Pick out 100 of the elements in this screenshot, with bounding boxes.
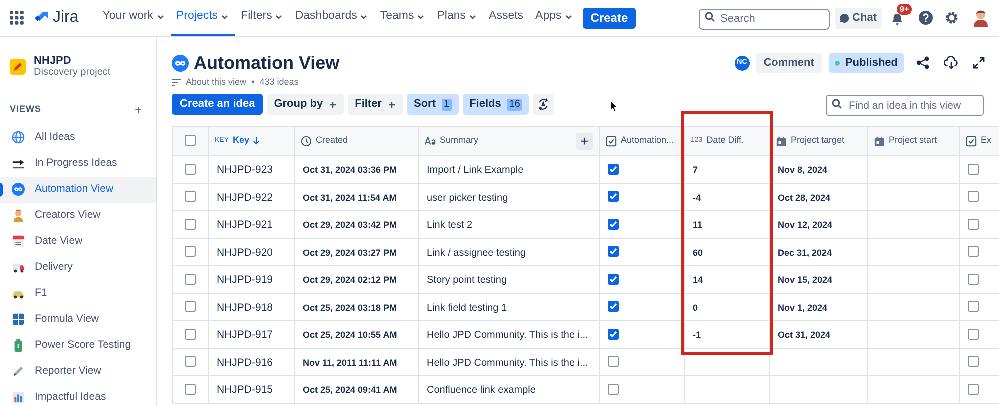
- sidebar-item[interactable]: Reporter View: [0, 358, 156, 384]
- checkbox[interactable]: [608, 218, 619, 230]
- column-header[interactable]: Summary: [440, 134, 479, 148]
- column-header[interactable]: Key: [233, 134, 260, 148]
- checkbox[interactable]: [608, 328, 619, 340]
- bar-chart-icon: [12, 391, 25, 404]
- toolbar-button[interactable]: Filter: [348, 94, 403, 115]
- checkbox[interactable]: [185, 384, 196, 395]
- checkbox[interactable]: [185, 164, 196, 175]
- table-cell: 60: [693, 248, 704, 258]
- find-field[interactable]: Find an idea in this view: [826, 95, 984, 116]
- checkbox[interactable]: [968, 384, 979, 395]
- share-icon[interactable]: [916, 56, 930, 70]
- checkbox[interactable]: [608, 301, 619, 312]
- checkbox[interactable]: [608, 164, 619, 175]
- column-header[interactable]: Date Diff.: [706, 134, 744, 148]
- checkbox[interactable]: [608, 274, 619, 285]
- app-grid-icon[interactable]: [10, 11, 24, 25]
- plus-icon: [388, 100, 396, 108]
- auto-arrange-icon[interactable]: [533, 94, 554, 115]
- nav-menu-item[interactable]: Projects: [170, 0, 236, 36]
- checkbox[interactable]: [185, 246, 196, 258]
- create-button[interactable]: Create: [582, 8, 636, 28]
- cloud-download-icon[interactable]: [944, 56, 959, 70]
- checkbox[interactable]: [968, 356, 979, 368]
- checkbox[interactable]: [608, 246, 619, 258]
- chat-button[interactable]: Chat: [834, 8, 882, 28]
- infinity-icon: [12, 183, 25, 196]
- sidebar-item[interactable]: Creators View: [0, 202, 156, 228]
- toolbar-button[interactable]: Fields 16: [462, 94, 530, 115]
- table-cell: Dec 31, 2024: [778, 248, 832, 258]
- column-header[interactable]: Created: [316, 134, 348, 148]
- sidebar-item[interactable]: Date View: [0, 228, 156, 254]
- table-cell: Story point testing: [427, 275, 508, 286]
- checkbox[interactable]: [185, 218, 196, 230]
- chevron-down-icon: [469, 13, 478, 21]
- table-cell: Oct 31, 2024 03:36 PM: [303, 165, 398, 176]
- nav-menu-item[interactable]: Filters: [235, 0, 290, 36]
- sidebar-item[interactable]: Automation View: [0, 176, 156, 202]
- checkbox[interactable]: [968, 274, 979, 285]
- nav-menu-item[interactable]: Apps: [530, 0, 579, 36]
- toolbar-button[interactable]: Sort 1: [407, 94, 459, 115]
- column-header[interactable]: Ex: [981, 134, 992, 148]
- checkbox[interactable]: [608, 191, 619, 202]
- section-heading: VIEWS: [10, 103, 42, 116]
- add-column-button[interactable]: +: [576, 132, 593, 150]
- sidebar-item[interactable]: Impactful Ideas: [0, 384, 156, 406]
- search-icon: [832, 98, 842, 108]
- sidebar-item[interactable]: Formula View: [0, 306, 156, 332]
- sidebar-item[interactable]: All Ideas: [0, 124, 156, 150]
- help-icon[interactable]: [919, 11, 933, 25]
- create-idea-button[interactable]: Create an idea: [172, 94, 264, 115]
- project-name[interactable]: NHJPD: [34, 55, 111, 67]
- idea-count: 433 ideas: [260, 76, 299, 90]
- checkbox[interactable]: [185, 328, 196, 340]
- calendar-icon: [776, 136, 787, 146]
- nav-menu-item[interactable]: Assets: [483, 0, 530, 36]
- table-cell: 11: [693, 220, 703, 230]
- checkbox[interactable]: [968, 164, 979, 175]
- checkbox[interactable]: [968, 191, 979, 202]
- sidebar-item[interactable]: Power Score Testing: [0, 332, 156, 358]
- add-view-button[interactable]: +: [134, 104, 142, 116]
- checkbox[interactable]: [185, 301, 196, 312]
- checkbox[interactable]: [185, 274, 196, 285]
- chat-icon: [840, 14, 849, 22]
- table-cell: Oct 29, 2024 02:12 PM: [303, 275, 398, 286]
- table-cell: Oct 25, 2024 09:41 AM: [303, 385, 398, 396]
- search-field[interactable]: Search: [698, 8, 830, 30]
- checkbox[interactable]: [968, 218, 979, 230]
- checkbox[interactable]: [185, 356, 196, 368]
- checkbox[interactable]: [608, 356, 619, 368]
- sidebar-item[interactable]: F1: [0, 280, 156, 306]
- expand-icon[interactable]: [973, 57, 985, 69]
- product-name[interactable]: Jira: [53, 6, 79, 30]
- sidebar-item[interactable]: Delivery: [0, 254, 156, 280]
- about-view-link[interactable]: About this view: [186, 76, 247, 90]
- nav-menu-item[interactable]: Plans: [431, 0, 484, 36]
- table-cell: NHJPD-915: [217, 384, 274, 396]
- checkbox[interactable]: [968, 246, 979, 258]
- settings-icon[interactable]: [945, 11, 959, 25]
- sidebar-item[interactable]: In Progress Ideas: [0, 150, 156, 176]
- nav-menu-item[interactable]: Teams: [374, 0, 432, 36]
- checkbox[interactable]: [968, 328, 979, 340]
- table-cell: Oct 29, 2024 03:42 PM: [303, 220, 398, 230]
- table-cell: Link / assignee testing: [427, 248, 526, 259]
- checkbox[interactable]: [185, 191, 196, 202]
- checkbox[interactable]: [608, 384, 619, 395]
- table-cell: NHJPD-923: [217, 164, 274, 176]
- status-button[interactable]: Published: [829, 53, 904, 73]
- nav-menu-item[interactable]: Dashboards: [289, 0, 374, 36]
- table-cell: NHJPD-922: [217, 192, 274, 204]
- checkbox[interactable]: [968, 301, 979, 312]
- nav-menu-item[interactable]: Your work: [96, 0, 170, 36]
- chevron-down-icon: [360, 13, 368, 21]
- select-all-checkbox[interactable]: [185, 135, 196, 146]
- toolbar-button[interactable]: Group by: [267, 94, 344, 115]
- avatar-icon[interactable]: [973, 9, 989, 27]
- table-cell: NHJPD-917: [217, 329, 274, 342]
- bell-icon[interactable]: [891, 13, 904, 26]
- comment-button[interactable]: Comment: [756, 53, 822, 73]
